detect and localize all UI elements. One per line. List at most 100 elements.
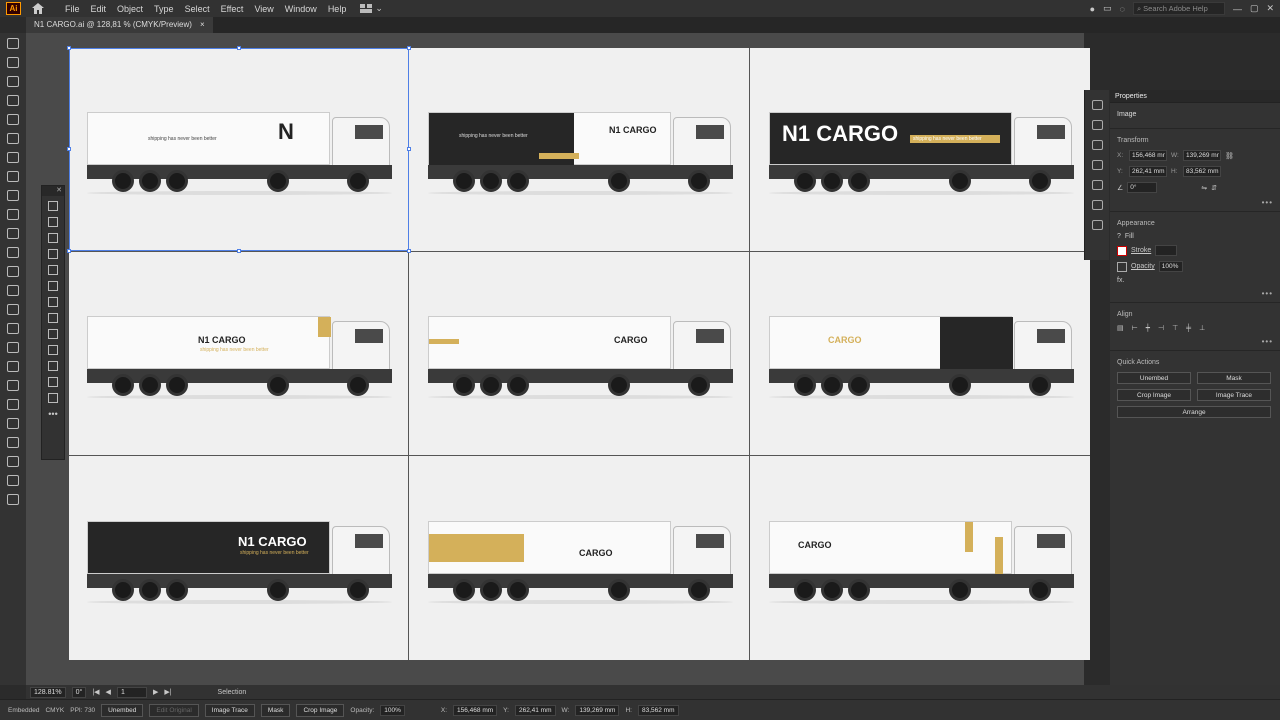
resize-handle[interactable]	[67, 147, 71, 151]
maximize-button[interactable]: ▢	[1250, 3, 1259, 14]
h-field[interactable]: 83,562 mm	[637, 704, 679, 716]
angle-field[interactable]: 0°	[1127, 182, 1158, 193]
y-field[interactable]: 262,41 mm	[1129, 166, 1167, 177]
close-tab-icon[interactable]: ×	[200, 20, 205, 30]
eraser-icon[interactable]	[7, 304, 19, 315]
close-button[interactable]: ✕	[1266, 3, 1274, 14]
w-field[interactable]: 139,269 mm	[575, 704, 620, 716]
properties-panel-icon[interactable]	[1091, 120, 1103, 130]
fx-icon[interactable]: fx.	[1117, 277, 1124, 284]
first-artboard-icon[interactable]: |◀	[92, 688, 99, 696]
color-panel-icon[interactable]	[1091, 220, 1103, 230]
pencil-tool-icon[interactable]	[48, 265, 58, 275]
document-tab[interactable]: N1 CARGO.ai @ 128,81 % (CMYK/Preview) ×	[26, 17, 213, 33]
artboard-number-field[interactable]: 1	[116, 686, 147, 698]
pen-icon[interactable]	[7, 247, 19, 258]
arrange-button[interactable]: Arrange	[1117, 406, 1271, 418]
x-field[interactable]: 156,468 mr	[1129, 150, 1167, 161]
gradient-icon[interactable]	[7, 323, 19, 334]
links-panel-icon[interactable]	[1091, 200, 1103, 210]
x-field[interactable]: 156,468 mm	[453, 704, 498, 716]
align-right-icon[interactable]: ⊣	[1158, 324, 1164, 332]
constrain-proportions-icon[interactable]: ⛓	[1225, 152, 1234, 160]
user-icon[interactable]: ●	[1090, 4, 1095, 14]
truck-mockup-3[interactable]: N1 CARGO shipping has never been better	[769, 112, 1074, 206]
align-top-icon[interactable]: ⊤	[1172, 324, 1178, 332]
align-middle-icon[interactable]: ╪	[1186, 325, 1191, 332]
resize-handle[interactable]	[407, 46, 411, 50]
truck-mockup-7[interactable]: N1 CARGO shipping has never been better	[87, 521, 392, 615]
crop-image-button[interactable]: Crop Image	[1117, 389, 1191, 401]
menu-object[interactable]: Object	[117, 4, 143, 14]
resize-handle[interactable]	[67, 46, 71, 50]
more-options-icon[interactable]: •••	[1117, 337, 1273, 346]
crop-image-button[interactable]: Crop Image	[296, 703, 345, 717]
image-trace-button[interactable]: Image Trace	[204, 703, 255, 717]
tools-panel-header[interactable]: ✕	[42, 186, 64, 196]
align-to-icon[interactable]: ▤	[1117, 324, 1124, 332]
graph-icon[interactable]	[7, 171, 19, 182]
next-artboard-icon[interactable]: ▶	[153, 688, 158, 696]
screen-mode-icon[interactable]	[48, 393, 58, 403]
minimize-button[interactable]: —	[1233, 4, 1242, 14]
align-left-icon[interactable]: ⊢	[1132, 324, 1138, 332]
image-trace-button[interactable]: Image Trace	[1197, 389, 1271, 401]
resize-handle[interactable]	[407, 249, 411, 253]
zoom-field[interactable]: 128.81%	[30, 686, 66, 698]
brushes-icon[interactable]	[7, 399, 19, 410]
actions-panel-icon[interactable]	[1091, 180, 1103, 190]
appearance-icon[interactable]	[7, 437, 19, 448]
add-icon[interactable]	[7, 152, 19, 163]
canvas-area[interactable]: Nshipping has never been better shipping…	[26, 33, 1090, 685]
unembed-button[interactable]: Unembed	[101, 703, 144, 717]
stroke-weight-field[interactable]	[1155, 245, 1178, 256]
layers-panel-icon[interactable]	[1091, 100, 1103, 110]
menu-effect[interactable]: Effect	[221, 4, 244, 14]
more-options-icon[interactable]: •••	[1117, 289, 1273, 298]
unembed-button[interactable]: Unembed	[1117, 372, 1191, 384]
fill-swatch-icon[interactable]: ?	[1117, 233, 1121, 240]
paragraph-icon[interactable]	[7, 266, 19, 277]
transparency-icon[interactable]	[7, 380, 19, 391]
workspace-switcher[interactable]: ⌄	[360, 3, 383, 14]
graphic-styles-icon[interactable]	[7, 418, 19, 429]
w-field[interactable]: 139,269 mr	[1183, 150, 1221, 161]
prev-artboard-icon[interactable]: ◀	[106, 688, 111, 696]
paintbrush-tool-icon[interactable]	[48, 281, 58, 291]
line-tool-icon[interactable]	[48, 217, 58, 227]
stroke-icon[interactable]	[7, 361, 19, 372]
table-icon[interactable]	[7, 114, 19, 125]
menu-help[interactable]: Help	[328, 4, 347, 14]
mask-button[interactable]: Mask	[260, 703, 291, 717]
opacity-field[interactable]: 100%	[1158, 261, 1183, 272]
resize-handle[interactable]	[407, 147, 411, 151]
rectangle-tool-icon[interactable]	[48, 249, 58, 259]
rotate-view-field[interactable]: 0°	[71, 686, 87, 698]
flip-horizontal-icon[interactable]: ⇋	[1201, 184, 1207, 192]
more-tools-icon[interactable]: •••	[42, 409, 64, 419]
menu-edit[interactable]: Edit	[91, 4, 107, 14]
menu-select[interactable]: Select	[185, 4, 210, 14]
resize-handle[interactable]	[237, 46, 241, 50]
last-artboard-icon[interactable]: ▶|	[164, 688, 171, 696]
menu-view[interactable]: View	[254, 4, 273, 14]
align-center-icon[interactable]: ┿	[1146, 324, 1150, 332]
home-icon[interactable]	[31, 2, 45, 16]
menu-type[interactable]: Type	[154, 4, 174, 14]
menu-window[interactable]: Window	[285, 4, 317, 14]
resize-handle[interactable]	[67, 249, 71, 253]
more-options-icon[interactable]: •••	[1117, 198, 1273, 207]
libraries-icon[interactable]	[7, 494, 19, 505]
resize-handle[interactable]	[237, 249, 241, 253]
arrange-docs-icon[interactable]: ▭	[1103, 3, 1112, 14]
truck-mockup-6[interactable]: CARGO	[769, 316, 1074, 410]
layers-tool-icon[interactable]	[7, 38, 19, 49]
link-icon[interactable]	[7, 228, 19, 239]
image-icon[interactable]	[7, 190, 19, 201]
fill-stroke-icon[interactable]	[48, 377, 58, 387]
scale-tool-icon[interactable]	[48, 313, 58, 323]
h-field[interactable]: 83,562 mm	[1183, 166, 1221, 177]
edit-original-button[interactable]: Edit Original	[149, 703, 199, 717]
brush-icon[interactable]	[7, 285, 19, 296]
artboard-icon[interactable]	[7, 209, 19, 220]
